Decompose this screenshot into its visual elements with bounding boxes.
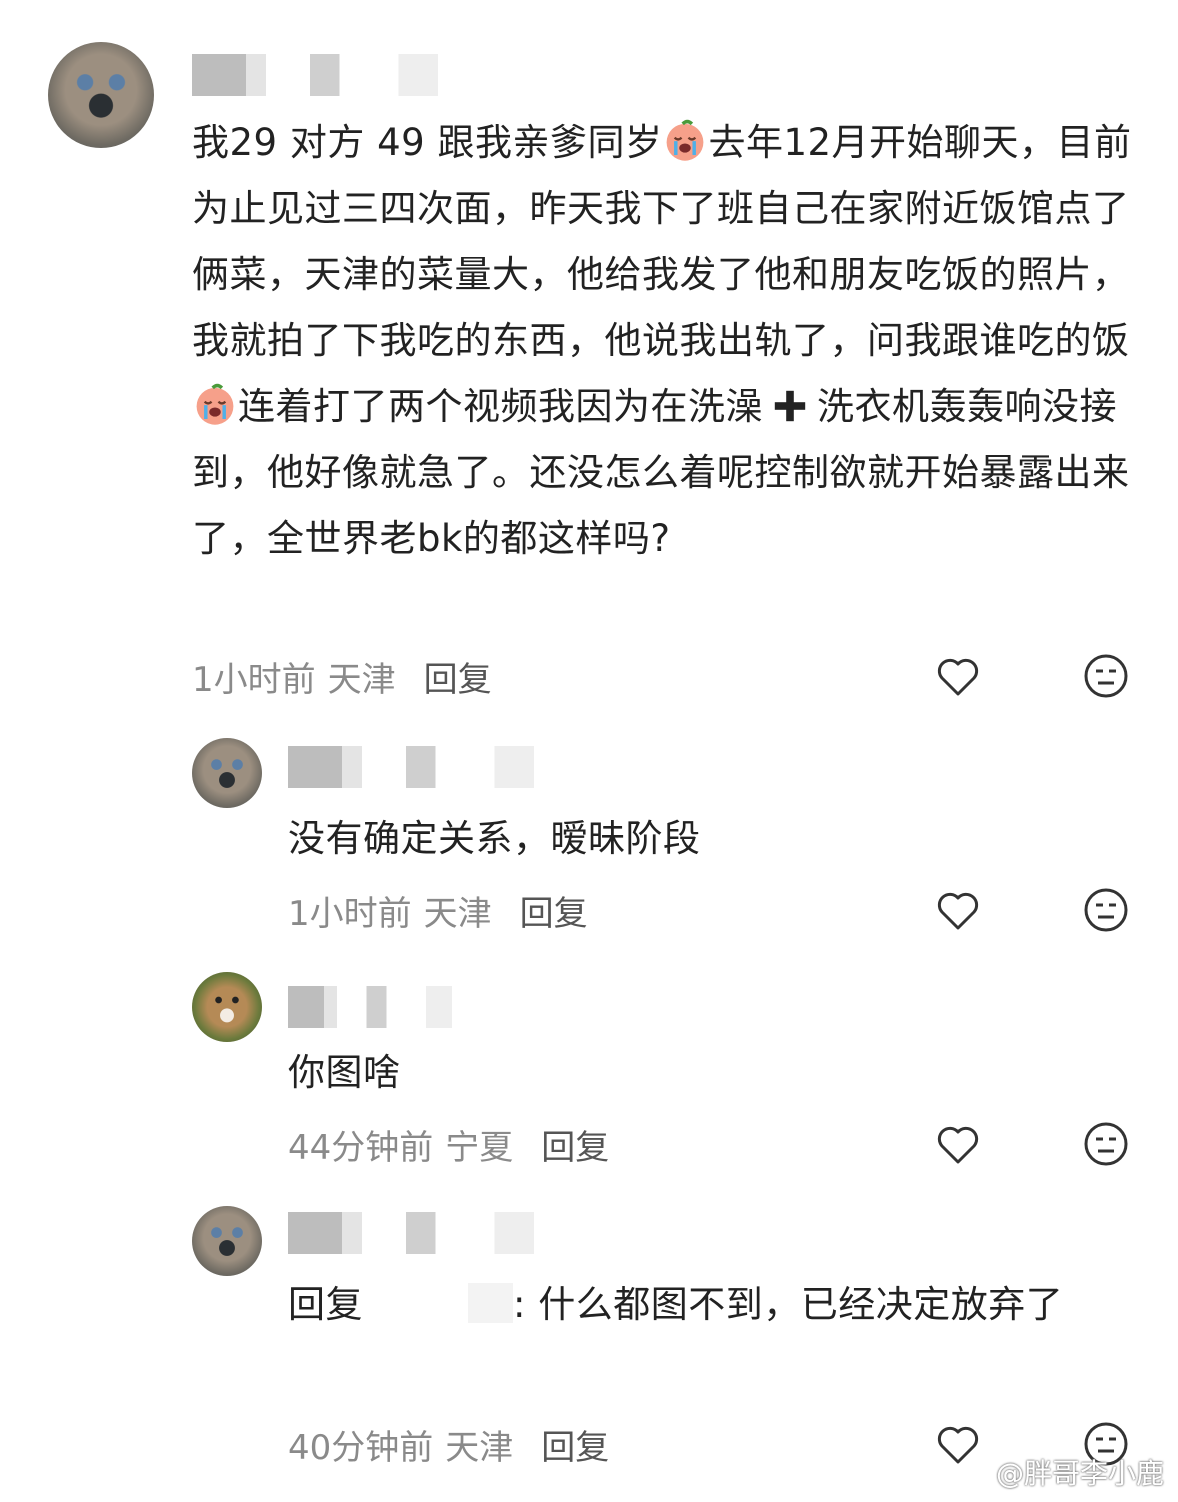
watermark: @胖哥李小鹿 [995, 1457, 1164, 1490]
heart-outline-icon[interactable] [934, 1420, 982, 1468]
reply-button[interactable]: 回复 [541, 1428, 609, 1468]
reply-button[interactable]: 回复 [520, 894, 588, 934]
avatar[interactable] [48, 42, 154, 148]
heart-outline-icon[interactable] [934, 1120, 982, 1168]
avatar[interactable] [192, 1206, 262, 1276]
comment-text: 没有确定关系，暧昧阶段 [288, 817, 701, 860]
region: 天津 [423, 894, 492, 934]
comment-meta: 1小时前 天津 回复 [288, 886, 588, 935]
comment-text: 我29 对方 49 跟我亲爹同岁 去年12月开始聊天，目前为止见过三四次面，昨天我… [192, 110, 1132, 572]
comment-reply: 没有确定关系，暧昧阶段 1小时前 天津 回复 [0, 720, 1178, 950]
meh-face-icon[interactable] [1082, 886, 1130, 934]
comment-meta: 44分钟前 宁夏 回复 [288, 1120, 609, 1169]
comment-text: 回复: 什么都图不到，已经决定放弃了 [288, 1283, 1064, 1326]
mention-blurred [363, 1283, 513, 1323]
region: 天津 [445, 1428, 514, 1468]
plus-emoji-icon [774, 390, 806, 422]
username-blurred[interactable] [288, 746, 534, 788]
crying-emoji-icon [667, 119, 704, 161]
avatar[interactable] [192, 972, 262, 1042]
comment-meta: 1小时前 天津 回复 [192, 652, 492, 701]
timestamp: 44分钟前 [288, 1128, 434, 1168]
timestamp: 1小时前 [288, 894, 412, 934]
comment-main: 我29 对方 49 跟我亲爹同岁 去年12月开始聊天，目前为止见过三四次面，昨天我… [0, 0, 1178, 720]
timestamp: 1小时前 [192, 660, 316, 700]
comment-meta: 40分钟前 天津 回复 [288, 1420, 609, 1469]
meh-face-icon[interactable] [1082, 1120, 1130, 1168]
region: 宁夏 [445, 1128, 514, 1168]
timestamp: 40分钟前 [288, 1428, 434, 1468]
comment-text: 你图啥 [288, 1051, 401, 1094]
username-blurred[interactable] [192, 54, 438, 96]
avatar[interactable] [192, 738, 262, 808]
heart-outline-icon[interactable] [934, 886, 982, 934]
comment-reply: 你图啥 44分钟前 宁夏 回复 [0, 950, 1178, 1186]
region: 天津 [327, 660, 396, 700]
crying-emoji-icon [196, 383, 234, 425]
reply-button[interactable]: 回复 [541, 1128, 609, 1168]
username-blurred[interactable] [288, 986, 452, 1028]
reply-button[interactable]: 回复 [424, 660, 492, 700]
heart-outline-icon[interactable] [934, 652, 982, 700]
meh-face-icon[interactable] [1082, 652, 1130, 700]
username-blurred[interactable] [288, 1212, 534, 1254]
